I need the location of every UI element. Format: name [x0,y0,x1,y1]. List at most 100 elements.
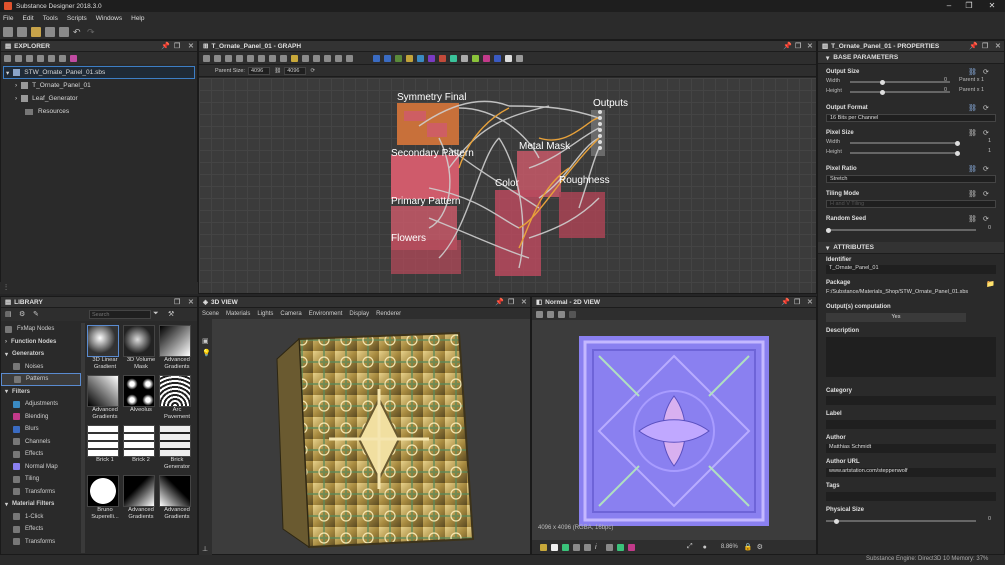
gear-icon[interactable]: ⚙ [19,310,25,318]
save-all-icon[interactable] [59,26,69,37]
slider-knob[interactable] [955,140,960,146]
category-material-filters[interactable]: ▾ Material Filters [1,498,81,511]
menu-help[interactable]: Help [131,15,144,22]
alpha-icon[interactable] [628,543,635,551]
output-format-select[interactable]: 16 Bits per Channel [826,114,996,122]
menu-scripts[interactable]: Scripts [67,15,87,22]
slider-knob[interactable] [834,518,839,524]
collapse-icon[interactable]: ▾ [826,54,829,62]
atomic-node-icon[interactable] [395,54,402,62]
tools-icon[interactable] [335,54,342,62]
pin-icon[interactable]: 📌 [161,42,170,50]
category-filters[interactable]: ▾ Filters [1,386,81,399]
redo-icon[interactable]: ↷ [87,27,97,37]
label-field[interactable] [826,420,996,429]
category-normal-map[interactable]: Normal Map [1,461,81,474]
parent-size-select[interactable]: 4096 [247,66,271,75]
uv-icon[interactable] [569,310,576,318]
axis-icon[interactable]: ⊥ [202,545,208,553]
author-field[interactable]: Matthias Schmidt [826,444,996,453]
split-icon[interactable] [313,54,320,62]
tree-item-package[interactable]: ▾ STW_Ornate_Panel_01.sbs [3,66,195,79]
close-panel-icon[interactable]: ✕ [188,298,194,306]
category-channels[interactable]: Channels [1,436,81,449]
snap-icon[interactable] [346,54,353,62]
save-image-icon[interactable] [547,310,554,318]
menu-camera[interactable]: Camera [280,311,301,317]
library-item[interactable]: Brick 2 [123,425,159,471]
filter-icon[interactable]: ⏷ [153,310,159,318]
expand-arrow-icon[interactable]: › [15,82,17,89]
float-icon[interactable]: ❐ [508,298,514,306]
zoom-level[interactable]: 8.86% [721,544,738,550]
pin-icon[interactable]: 📌 [969,42,978,50]
pin-icon[interactable]: 📌 [783,42,792,50]
category-1-click[interactable]: 1-Click [1,511,81,524]
category-field[interactable] [826,396,996,405]
category-patterns[interactable]: Patterns [1,373,81,386]
library-item[interactable]: 3D Volume Mask [123,325,159,371]
library-item[interactable]: Brick Generator [159,425,195,471]
random-seed-value[interactable]: 0 [988,225,991,231]
connect-icon[interactable] [302,54,309,62]
channel-icon[interactable] [551,543,558,551]
tile-icon[interactable] [584,543,591,551]
menu-scene[interactable]: Scene [202,311,219,317]
menu-file[interactable]: File [3,15,13,22]
camera-icon[interactable]: ▣ [202,337,209,345]
grid-icon[interactable] [573,543,580,551]
atomic-node-icon[interactable] [461,54,468,62]
new-graph-icon[interactable] [3,26,13,37]
function-icon[interactable] [236,54,243,62]
save-icon[interactable] [48,54,55,62]
undo-icon[interactable]: ↶ [73,27,83,37]
reset-icon[interactable]: ⟳ [983,68,989,76]
float-icon[interactable]: ❐ [795,42,801,50]
filter-icon[interactable]: ⫶ [5,283,7,293]
link-icon[interactable]: ⛓ [968,104,977,112]
atomic-node-icon[interactable] [516,54,523,62]
library-item[interactable]: Advanced Gradients [123,475,159,521]
height-value[interactable]: 0 [944,87,947,93]
outputs-computation-button[interactable]: Yes [826,313,966,322]
slider-knob[interactable] [880,79,885,85]
fit-icon[interactable] [536,310,543,318]
atomic-node-icon[interactable] [384,54,391,62]
menu-edit[interactable]: Edit [22,15,33,22]
category-tiling[interactable]: Tiling [1,473,81,486]
light-icon[interactable]: 💡 [202,349,211,357]
publish-icon[interactable] [59,54,66,62]
menu-renderer[interactable]: Renderer [376,311,401,317]
reset-icon[interactable]: ⟳ [310,68,315,74]
width-slider[interactable] [850,140,960,146]
close-icon[interactable]: ✕ [984,0,1000,12]
slider-knob[interactable] [826,227,831,233]
view-icon[interactable]: ▤ [5,310,12,318]
collapse-icon[interactable]: ▾ [826,244,829,252]
height-slider[interactable] [850,150,960,156]
physical-size-slider[interactable] [826,518,976,524]
atomic-node-icon[interactable] [439,54,446,62]
tiling-mode-select[interactable]: H and V Tiling [826,200,996,208]
library-item[interactable]: Advanced Gradients [159,325,195,371]
layers-icon[interactable] [540,543,547,551]
new-icon[interactable] [4,54,11,62]
save-icon[interactable] [45,26,55,37]
expand-arrow-icon[interactable]: › [5,339,7,345]
close-panel-icon[interactable]: ✕ [807,298,813,306]
atomic-node-icon[interactable] [494,54,501,62]
atomic-node-icon[interactable] [428,54,435,62]
category-blurs[interactable]: Blurs [1,423,81,436]
select-icon[interactable] [203,54,210,62]
reset-icon[interactable]: ⟳ [983,129,989,137]
grid-icon[interactable] [280,54,287,62]
pencil-icon[interactable]: ✎ [33,310,39,318]
expand-arrow-icon[interactable]: ▾ [6,69,9,77]
menu-materials[interactable]: Materials [226,311,250,317]
link-icon[interactable]: ⛓ [968,129,977,137]
link-icon[interactable]: ⛓ [968,68,977,76]
category-fxmap[interactable]: FxMap Nodes [1,323,81,336]
library-item[interactable]: 3D Linear Gradient [87,325,123,371]
new-package-icon[interactable] [17,26,27,37]
expand-arrow-icon[interactable]: ▾ [5,388,8,395]
